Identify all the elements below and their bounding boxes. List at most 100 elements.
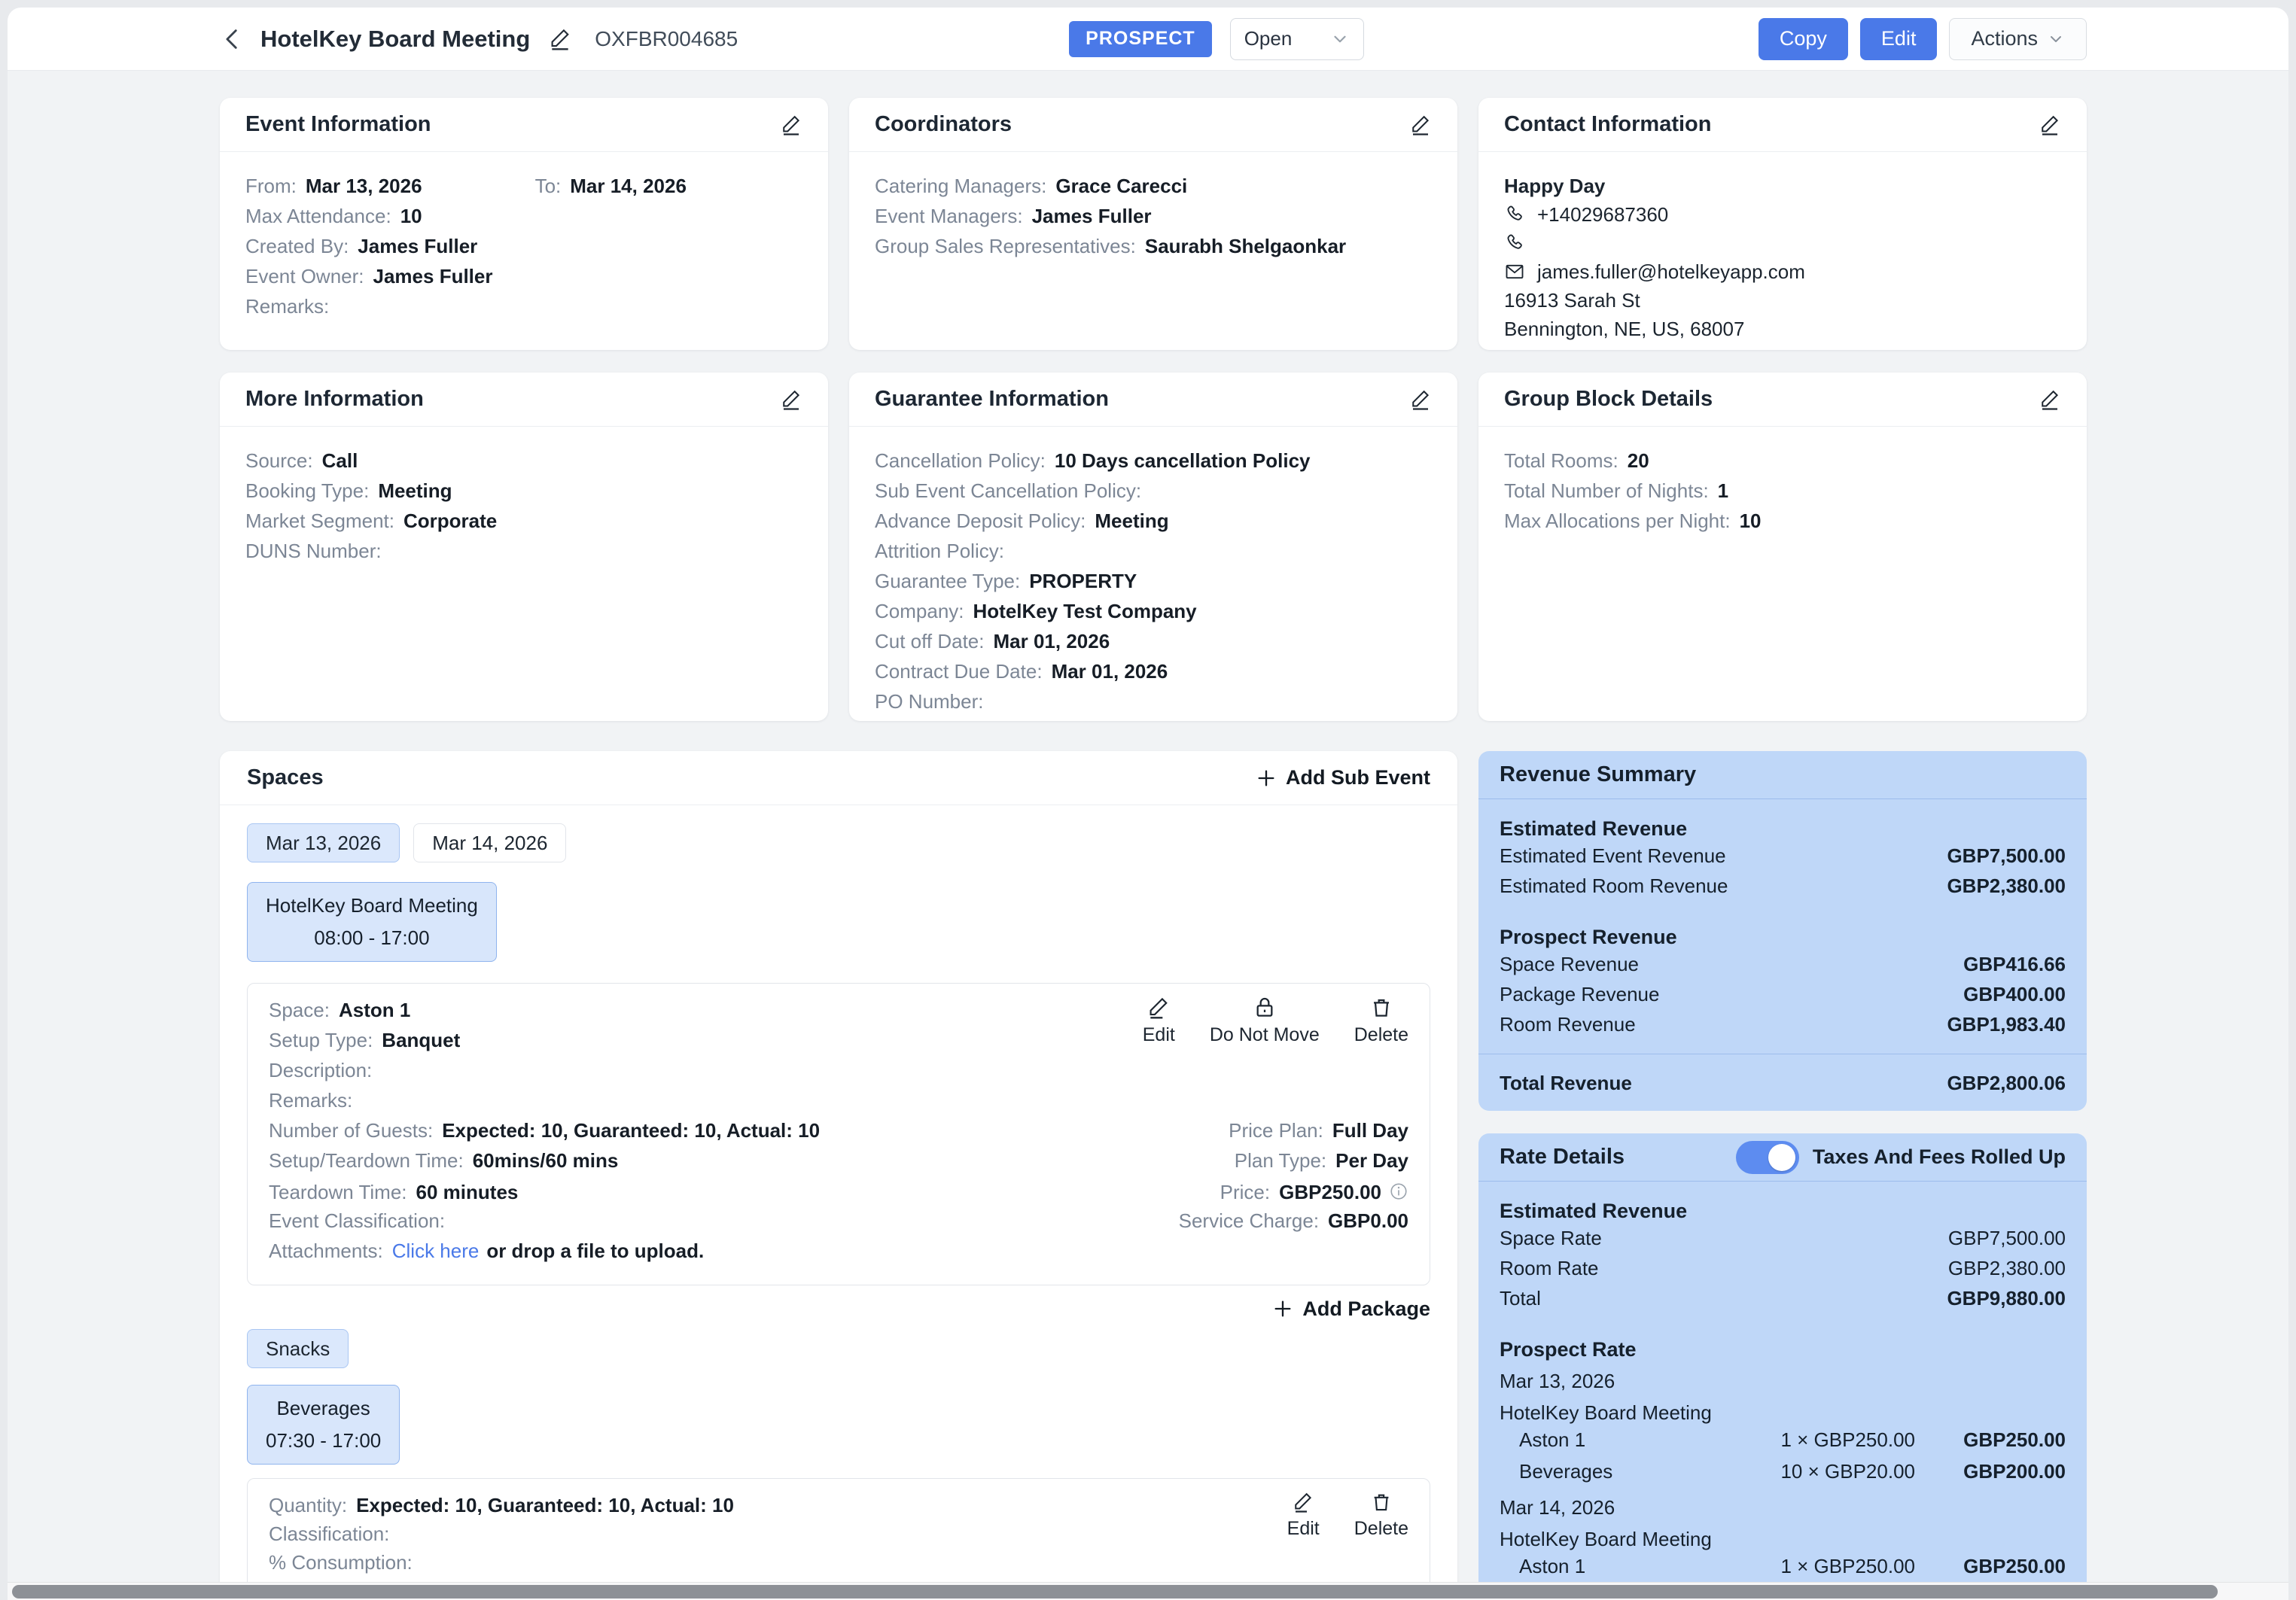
add-sub-event-button[interactable]: Add Sub Event <box>1256 766 1430 789</box>
revenue-row: Estimated Event Revenue GBP7,500.00 <box>1500 844 2066 875</box>
chevron-down-icon <box>1330 29 1350 49</box>
contact-name: Happy Day <box>1504 172 2061 200</box>
pencil-icon <box>1146 996 1171 1020</box>
edit-pencil-icon[interactable] <box>780 114 802 136</box>
field-row: Setup/Teardown Time: 60mins/60 mins Plan… <box>269 1149 1408 1179</box>
date-tab-mar-13[interactable]: Mar 13, 2026 <box>247 823 400 862</box>
spaces-card: Spaces Add Sub Event Mar 13, 2026 Mar 14… <box>220 751 1457 1600</box>
main-content: Event Information From: Mar 13, 2026 To:… <box>8 71 2288 1600</box>
contact-phone-row: +14029687360 <box>1504 200 2061 229</box>
date-tabs: Mar 13, 2026 Mar 14, 2026 <box>247 823 1430 862</box>
cards-row-1: Event Information From: Mar 13, 2026 To:… <box>220 98 2087 350</box>
copy-button[interactable]: Copy <box>1759 18 1848 60</box>
field-row: Quantity: Expected: 10, Guaranteed: 10, … <box>269 1494 1408 1522</box>
field-row: Total Rooms: 20 <box>1504 449 2061 479</box>
edit-pencil-icon[interactable] <box>2039 388 2061 411</box>
field-row: Teardown Time: 60 minutes Price: GBP250.… <box>269 1179 1408 1209</box>
event-information-card: Event Information From: Mar 13, 2026 To:… <box>220 98 828 350</box>
field-row: Booking Type: Meeting <box>245 479 802 510</box>
contact-phone[interactable]: +14029687360 <box>1537 203 1668 227</box>
section-header: Prospect Rate <box>1500 1334 2066 1365</box>
field-row: % Consumption: <box>269 1551 1408 1580</box>
sub-event-name: HotelKey Board Meeting <box>266 894 478 917</box>
scrollbar-thumb[interactable] <box>12 1585 2218 1598</box>
title-edit-icon[interactable] <box>548 27 572 51</box>
edit-pencil-icon[interactable] <box>1409 388 1432 411</box>
toggle-label: Taxes And Fees Rolled Up <box>1813 1145 2066 1169</box>
field-row: Attrition Policy: <box>875 540 1432 570</box>
package-delete-button[interactable]: Delete <box>1354 1491 1408 1540</box>
status-dropdown[interactable]: Open <box>1230 18 1364 60</box>
field-row: From: Mar 13, 2026 To: Mar 14, 2026 <box>245 175 802 205</box>
card-title: Guarantee Information <box>875 387 1109 412</box>
field-value: Mar 14, 2026 <box>570 175 687 198</box>
field-row: Cancellation Policy: 10 Days cancellatio… <box>875 449 1432 479</box>
actions-button[interactable]: Actions <box>1949 18 2087 60</box>
attachments-upload-link[interactable]: Click here <box>392 1240 480 1263</box>
field-label: From: <box>245 175 297 198</box>
space-delete-button[interactable]: Delete <box>1354 996 1408 1046</box>
sub-event-block[interactable]: HotelKey Board Meeting 08:00 - 17:00 <box>247 882 497 962</box>
rate-details-card: Rate Details Taxes And Fees Rolled Up Es… <box>1478 1133 2087 1600</box>
card-title: Event Information <box>245 112 431 137</box>
rate-group-event: HotelKey Board Meeting <box>1500 1397 2066 1428</box>
space-edit-button[interactable]: Edit <box>1143 996 1175 1046</box>
section-header: Estimated Revenue <box>1500 813 2066 844</box>
top-bar: HotelKey Board Meeting OXFBR004685 PROSP… <box>8 8 2288 71</box>
revenue-summary-card: Revenue Summary Estimated Revenue Estima… <box>1478 751 2087 1111</box>
package-edit-button[interactable]: Edit <box>1287 1491 1320 1540</box>
revenue-row: Estimated Room Revenue GBP2,380.00 <box>1500 875 2066 905</box>
rate-item-row: Beverages 10 × GBP20.00 GBP200.00 <box>1500 1460 2066 1492</box>
attachments-row: Attachments: Click here or drop a file t… <box>269 1240 1408 1270</box>
field-row: PO Number: <box>875 690 1432 720</box>
field-label: To: <box>535 175 562 198</box>
chevron-down-icon <box>2047 30 2065 48</box>
field-row: Group Sales Representatives: Saurabh She… <box>875 235 1432 265</box>
card-title: Coordinators <box>875 112 1012 137</box>
page-title: HotelKey Board Meeting <box>260 26 530 53</box>
field-row: Description: <box>269 1059 1408 1089</box>
add-package-button[interactable]: Add Package <box>1272 1296 1430 1322</box>
rate-item-row: Aston 1 1 × GBP250.00 GBP250.00 <box>1500 1428 2066 1460</box>
rate-group-event: HotelKey Board Meeting <box>1500 1523 2066 1555</box>
app-window: HotelKey Board Meeting OXFBR004685 PROSP… <box>8 8 2288 1600</box>
trash-icon <box>1369 996 1393 1020</box>
section-header: Prospect Revenue <box>1500 921 2066 953</box>
rate-group-date: Mar 13, 2026 <box>1500 1365 2066 1397</box>
card-title: Group Block Details <box>1504 387 1713 412</box>
edit-pencil-icon[interactable] <box>1409 114 1432 136</box>
plus-icon <box>1272 1298 1293 1319</box>
field-row: Created By: James Fuller <box>245 235 802 265</box>
field-row: Cut off Date: Mar 01, 2026 <box>875 630 1432 660</box>
do-not-move-button[interactable]: Do Not Move <box>1210 996 1320 1046</box>
edit-pencil-icon[interactable] <box>780 388 802 411</box>
total-revenue-row: Total Revenue GBP2,800.06 <box>1500 1065 2066 1101</box>
back-icon[interactable] <box>220 26 245 52</box>
contact-email[interactable]: james.fuller@hotelkeyapp.com <box>1537 260 1805 284</box>
package-block-beverages[interactable]: Beverages 07:30 - 17:00 <box>247 1385 400 1465</box>
group-block-details-card: Group Block Details Total Rooms: 20 Tota… <box>1478 373 2087 721</box>
phone-icon <box>1504 233 1525 254</box>
field-row: Advance Deposit Policy: Meeting <box>875 510 1432 540</box>
date-tab-mar-14[interactable]: Mar 14, 2026 <box>413 823 566 862</box>
plus-icon <box>1256 768 1277 789</box>
lock-icon <box>1253 996 1277 1020</box>
event-id: OXFBR004685 <box>595 27 738 51</box>
package-name: Beverages <box>276 1397 370 1420</box>
taxes-fees-toggle[interactable] <box>1736 1141 1799 1174</box>
info-icon[interactable] <box>1389 1182 1408 1201</box>
contact-email-row: james.fuller@hotelkeyapp.com <box>1504 257 2061 286</box>
field-row: Catering Managers: Grace Carecci <box>875 175 1432 205</box>
trash-icon <box>1370 1491 1393 1513</box>
card-title: Spaces <box>247 765 324 790</box>
package-tab-snacks[interactable]: Snacks <box>247 1329 349 1368</box>
space-detail-box: Edit Do Not Move Delete <box>247 983 1430 1285</box>
field-row: Market Segment: Corporate <box>245 510 802 540</box>
cards-row-3: Spaces Add Sub Event Mar 13, 2026 Mar 14… <box>220 751 2087 1600</box>
header-actions: Copy Edit Actions <box>1759 18 2087 60</box>
field-row: Sub Event Cancellation Policy: <box>875 479 1432 510</box>
edit-pencil-icon[interactable] <box>2039 114 2061 136</box>
field-value: Mar 13, 2026 <box>306 175 422 198</box>
edit-button[interactable]: Edit <box>1860 18 1938 60</box>
field-row: Remarks: <box>245 295 802 325</box>
